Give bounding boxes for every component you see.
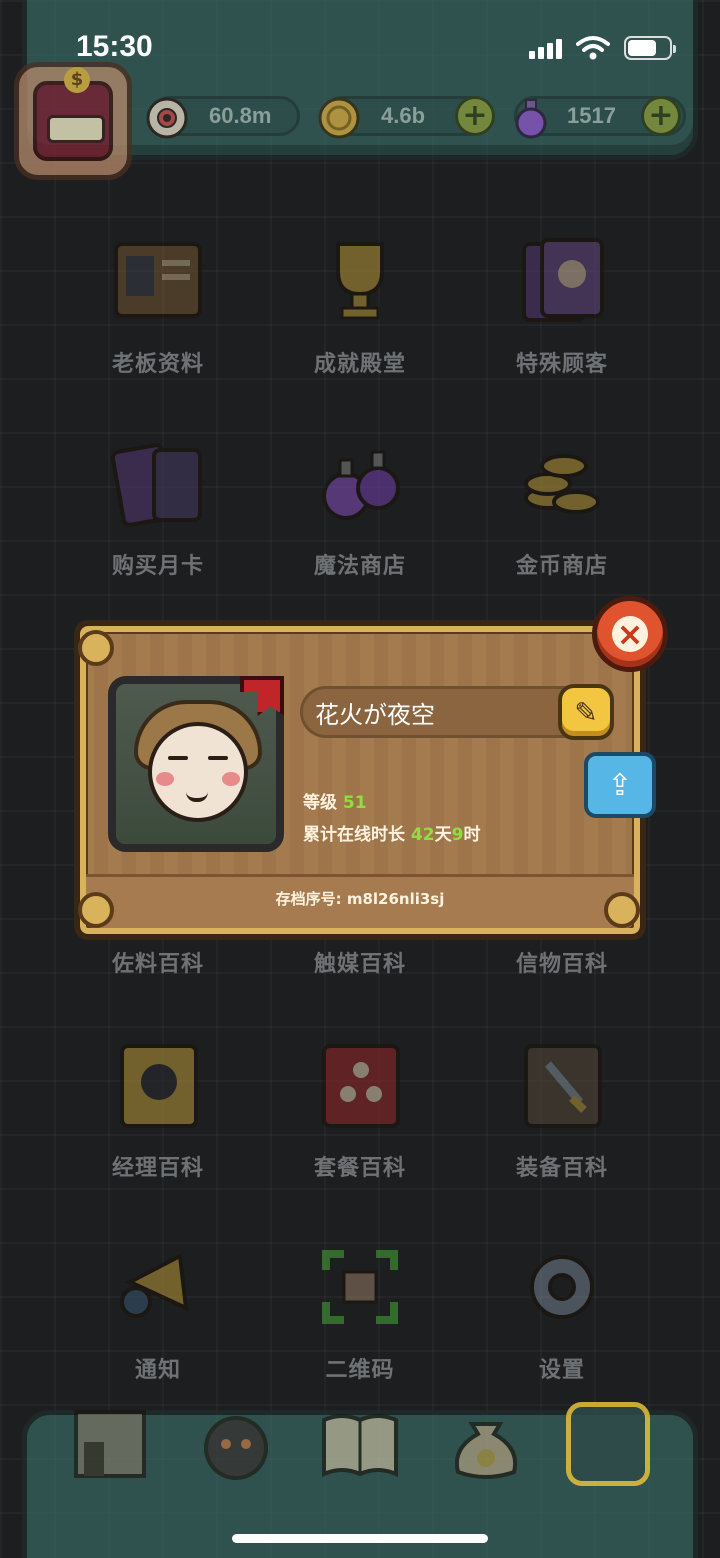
menu-label: 购买月卡 [111,554,204,579]
menu-seasoning-encyclopedia[interactable]: 佐料百科 [58,946,258,978]
edit-name-button[interactable]: ✎ [558,684,614,740]
monster-icon[interactable] [194,1402,278,1486]
monthly-card-icon [110,443,202,527]
add-potion-button[interactable]: + [641,96,681,136]
share-button[interactable]: ⇪ [584,752,656,818]
book-icon[interactable] [318,1402,402,1486]
menu-boss-profile[interactable]: 老板资料 [58,236,258,378]
close-button[interactable]: × [592,596,668,672]
currency-eyeball[interactable]: 60.8m [146,96,300,139]
menu-label: 信物百科 [515,952,608,977]
coin-amount: 4.6b [381,103,426,128]
money-bag-icon[interactable] [444,1402,528,1486]
level-stat: 等级 51 [303,788,367,813]
boss-avatar-icon [33,67,113,161]
qr-code-icon [322,1250,398,1324]
corner-ornament [78,630,114,666]
share-icon: ⇪ [607,767,633,803]
combo-book-icon [322,1044,400,1128]
potion-amount: 1517 [567,103,616,128]
menu-label: 老板资料 [111,352,204,377]
menu-label: 套餐百科 [313,1156,406,1181]
wifi-icon [576,36,610,60]
menu-coin-shop[interactable]: 金币商店 [462,438,662,580]
menu-label: 魔法商店 [313,554,406,579]
menu-qr-code[interactable]: 二维码 [260,1242,460,1384]
manager-book-icon [120,1044,198,1128]
eyeball-amount: 60.8m [209,103,272,128]
potions-icon [322,450,400,520]
menu-equipment-encyclopedia[interactable]: 装备百科 [462,1040,662,1182]
id-card-icon [114,242,202,318]
menu-catalyst-encyclopedia[interactable]: 触媒百科 [260,946,460,978]
menu-buy-monthly-card[interactable]: 购买月卡 [58,438,258,580]
battery-icon [624,36,676,60]
pencil-icon: ✎ [574,695,598,729]
shop-icon[interactable] [68,1402,152,1486]
menu-settings[interactable]: 设置 [462,1242,662,1384]
menu-magic-shop[interactable]: 魔法商店 [260,438,460,580]
currency-coin[interactable]: 4.6b + [318,96,495,139]
menu-label: 金币商店 [515,554,608,579]
menu-label: 装备百科 [515,1156,608,1181]
menu-label: 二维码 [325,1358,395,1383]
menu-special-customers[interactable]: 特殊顾客 [462,236,662,378]
add-coin-button[interactable]: + [455,96,495,136]
coin-stack-icon [524,454,600,514]
level-value: 51 [342,793,367,813]
potion-icon [515,99,547,139]
menu-label: 特殊顾客 [515,352,608,377]
customer-cards-icon [522,238,604,322]
menu-label: 通知 [134,1358,181,1383]
online-time-label: 累计在线时长 [303,825,405,845]
menu-achievement-hall[interactable]: 成就殿堂 [260,236,460,378]
cellular-signal-icon [529,37,562,59]
level-label: 等级 [303,793,337,813]
menu-label: 设置 [538,1358,585,1383]
menu-label: 成就殿堂 [313,352,406,377]
online-days-unit: 天 [434,825,452,845]
menu-combo-encyclopedia[interactable]: 套餐百科 [260,1040,460,1182]
boss-avatar-button[interactable] [14,62,132,180]
menu-token-encyclopedia[interactable]: 信物百科 [462,946,662,978]
coin-icon [318,97,360,139]
menu-label: 佐料百科 [111,952,204,977]
home-indicator[interactable] [232,1534,488,1543]
currency-potion[interactable]: 1517 + [514,96,686,139]
trophy-icon [336,242,384,320]
menu-label: 经理百科 [111,1156,204,1181]
eyeball-icon [146,97,188,139]
player-name: 花火が夜空 [315,700,435,729]
online-hours: 9 [451,825,464,845]
megaphone-icon [120,1252,189,1318]
menu-label: 触媒百科 [313,952,406,977]
menu-manager-encyclopedia[interactable]: 经理百科 [58,1040,258,1182]
equipment-book-icon [524,1044,602,1128]
online-hours-unit: 时 [463,825,481,845]
online-time-stat: 累计在线时长 42天9时 [303,820,480,845]
status-time: 15:30 [76,30,153,63]
gear-icon [530,1255,594,1319]
online-days: 42 [410,825,435,845]
save-id: 存档序号: m8l26nli3sj [275,890,445,908]
close-icon: × [612,616,648,652]
grid-menu-icon[interactable] [566,1402,650,1486]
menu-notifications[interactable]: 通知 [58,1242,258,1384]
